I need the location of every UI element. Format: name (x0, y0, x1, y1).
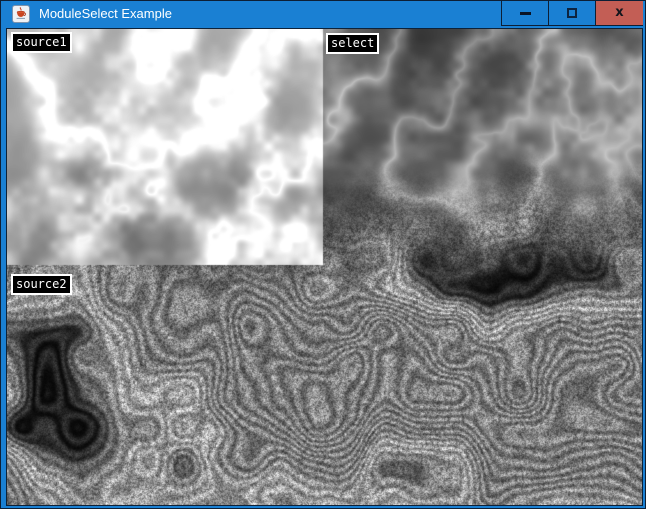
close-button[interactable]: x (595, 1, 643, 26)
minimize-button[interactable] (501, 1, 548, 26)
app-window: ModuleSelect Example x source1 select so… (0, 0, 646, 509)
label-source2: source2 (11, 274, 72, 295)
window-controls: x (501, 1, 643, 26)
noise-render-canvas (7, 29, 642, 505)
close-icon: x (615, 6, 623, 19)
label-select: select (326, 33, 379, 54)
noise-render-area: source1 select source2 (6, 28, 643, 506)
window-title: ModuleSelect Example (39, 6, 172, 21)
maximize-button[interactable] (548, 1, 595, 26)
titlebar[interactable]: ModuleSelect Example x (1, 1, 645, 27)
label-source1: source1 (11, 32, 72, 53)
minimize-icon (520, 12, 531, 15)
maximize-icon (567, 8, 577, 18)
java-coffee-cup-icon (12, 5, 30, 23)
